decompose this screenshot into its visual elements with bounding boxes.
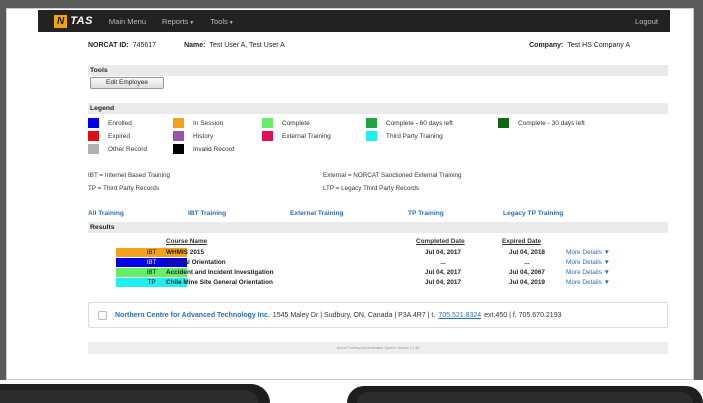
tas-logo[interactable]: N TAS (54, 14, 93, 28)
expired-date: ... (524, 259, 530, 266)
completed-date: Jul 04, 2017 (425, 279, 461, 286)
table-row: IBT Accident and Incident Investigation … (88, 268, 668, 277)
legend-label: Other Record (108, 145, 148, 153)
legend-swatch (173, 144, 184, 154)
abbr-ltp: LTP = Legacy Third Party Records (323, 185, 420, 192)
legend-label: History (193, 132, 214, 140)
more-details-link[interactable]: More Details ▼ (566, 278, 610, 287)
tools-section-header: Tools (88, 65, 668, 76)
legend-swatch (88, 118, 99, 128)
legend-label: Complete - 30 days left (518, 119, 585, 127)
legend-history: History (173, 131, 213, 141)
course-name: Accident and Incident Investigation (166, 269, 274, 276)
legend-expired: Expired (88, 131, 130, 141)
legend-complete: Complete (262, 118, 310, 128)
abbr-ibt: IBT = Internet Based Training (88, 172, 170, 179)
nav-tools-label: Tools (210, 16, 228, 26)
logout-link[interactable]: Logout (635, 17, 658, 26)
company-value: Test HS Company A (567, 42, 630, 49)
col-course-name: Course Name (166, 238, 208, 245)
org-name: Northern Centre for Advanced Technology … (115, 311, 270, 319)
contact-footer: Northern Centre for Advanced Technology … (88, 302, 668, 328)
nav-reports-label: Reports (162, 16, 189, 26)
legend-swatch (262, 131, 273, 141)
legend-enrolled: Enrolled (88, 118, 132, 128)
legend-swatch (262, 118, 273, 128)
legend-swatch (88, 131, 99, 141)
completed-date: Jul 04, 2017 (425, 249, 461, 256)
legend-label: Expired (108, 132, 131, 140)
expired-date: Jul 04, 2067 (509, 269, 545, 276)
caret-down-icon: ▼ (189, 19, 195, 26)
fax-info: ext.450 | f. 705.670.2193 (484, 311, 562, 319)
expired-date: Jul 04, 2018 (509, 249, 545, 256)
legend-label: External Training (282, 132, 331, 140)
phone-link[interactable]: 705.521.8324 (438, 312, 481, 319)
company-label: Company: (529, 42, 564, 49)
name-value: Test User A, Test User A (209, 42, 285, 49)
legend-third-party: Third Party Training (366, 131, 443, 141)
employee-info-row: NORCAT ID: 745617 Name: Test User A, Tes… (88, 42, 630, 49)
legend-label: In Session (193, 119, 224, 127)
course-name: WHMIS 2015 (166, 249, 205, 256)
org-address: 1545 Maley Dr | Sudbury, ON, Canada | P3… (272, 311, 436, 319)
legend-swatch (366, 118, 377, 128)
col-expired-date: Expired Date (502, 238, 542, 245)
tab-legacy-tp-training[interactable]: Legacy TP Training (503, 210, 563, 217)
table-row: TP Chile Mine Site General Orientation J… (88, 278, 668, 287)
completed-date: Jul 04, 2017 (425, 269, 461, 276)
top-navbar: N TAS Main Menu Reports▼ Tools▼ Logout (38, 10, 670, 32)
tab-all-training[interactable]: All Training (88, 210, 124, 217)
table-row: IBT WHMIS 2015 Jul 04, 2017 Jul 04, 2018… (88, 248, 668, 257)
legend-swatch (173, 118, 184, 128)
legend-label: Complete - 60 days left (386, 119, 453, 127)
col-completed-date: Completed Date (416, 238, 465, 245)
tab-external-training[interactable]: External Training (290, 210, 344, 217)
course-name: Chile Mine Site General Orientation (166, 279, 273, 286)
legend-external-training: External Training (262, 131, 331, 141)
legend-swatch (88, 144, 99, 154)
legend-label: Complete (282, 119, 310, 127)
training-tabs: All Training IBT Training External Train… (88, 210, 668, 220)
nav-main-menu[interactable]: Main Menu (109, 17, 146, 26)
table-row: IBT General Orientation ... ... More Det… (88, 258, 668, 267)
logo-n-mark: N (54, 14, 68, 28)
nav-reports-dropdown[interactable]: Reports▼ (162, 17, 194, 26)
completed-date: ... (440, 259, 446, 266)
legend-swatch (366, 131, 377, 141)
expired-date: Jul 04, 2019 (509, 279, 545, 286)
abbr-tp: TP = Third Party Records (88, 185, 159, 192)
device-screen-left (0, 390, 258, 403)
device-screen-right (357, 392, 693, 403)
edit-employee-button[interactable]: Edit Employee (90, 77, 164, 89)
name-label: Name: (184, 42, 206, 49)
course-name: General Orientation (166, 259, 226, 266)
legend-complete-60: Complete - 60 days left (366, 118, 453, 128)
legend-label: Third Party Training (386, 132, 443, 140)
legend-label: Enrolled (108, 119, 132, 127)
norcat-id-value: 745617 (132, 42, 157, 49)
version-bar: Norcat Training Administration System Ve… (88, 342, 668, 354)
caret-down-icon: ▼ (228, 19, 234, 26)
legend-section-header: Legend (88, 103, 668, 114)
tab-ibt-training[interactable]: IBT Training (188, 210, 226, 217)
nav-tools-dropdown[interactable]: Tools▼ (210, 17, 233, 26)
legend-invalid-record: Invalid Record (173, 144, 235, 154)
legend-other-record: Other Record (88, 144, 147, 154)
building-icon (98, 310, 107, 320)
more-details-link[interactable]: More Details ▼ (566, 268, 610, 277)
more-details-link[interactable]: More Details ▼ (566, 248, 610, 257)
legend-in-session: In Session (173, 118, 223, 128)
tab-tp-training[interactable]: TP Training (408, 210, 444, 217)
abbr-external: External = NORCAT Sanctioned External Tr… (323, 172, 462, 179)
legend-complete-30: Complete - 30 days left (498, 118, 585, 128)
logo-text: TAS (70, 15, 93, 27)
main-content: NORCAT ID: 745617 Name: Test User A, Tes… (38, 32, 670, 362)
legend-label: Invalid Record (193, 145, 235, 153)
results-section-header: Results (88, 222, 668, 233)
legend-swatch (173, 131, 184, 141)
legend-swatch (498, 118, 509, 128)
more-details-link[interactable]: More Details ▼ (566, 258, 610, 267)
norcat-id-label: NORCAT ID: (88, 42, 129, 49)
